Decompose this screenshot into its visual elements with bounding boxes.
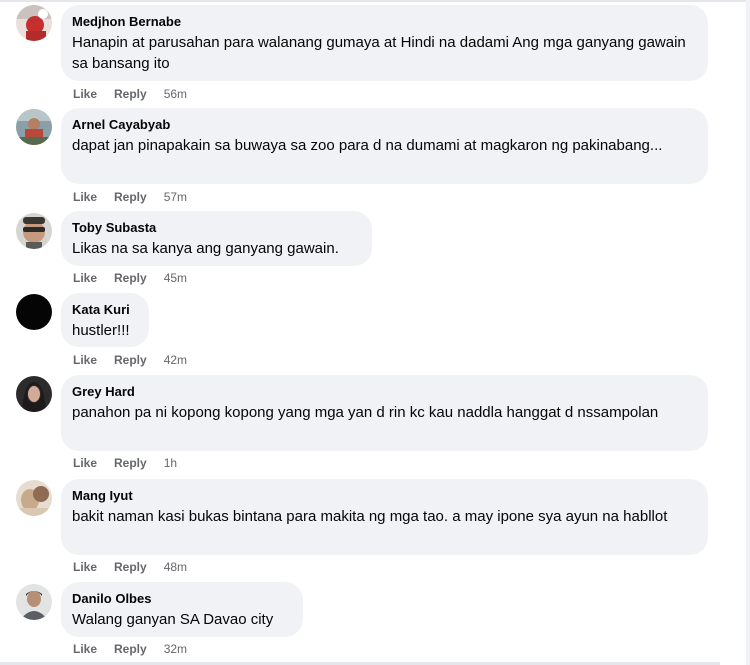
commenter-name[interactable]: Grey Hard: [72, 383, 696, 400]
comment-actions: Like Reply 1h: [73, 455, 177, 471]
like-button[interactable]: Like: [73, 190, 97, 204]
comment-bubble: Mang Iyut bakit naman kasi bukas bintana…: [61, 479, 708, 555]
commenter-name[interactable]: Kata Kuri: [72, 301, 137, 318]
like-button[interactable]: Like: [73, 271, 97, 285]
comment-timestamp[interactable]: 1h: [164, 456, 177, 470]
reply-button[interactable]: Reply: [114, 642, 147, 656]
commenter-name[interactable]: Medjhon Bernabe: [72, 13, 696, 30]
like-button[interactable]: Like: [73, 560, 97, 574]
comment-text: Walang ganyan SA Davao city: [72, 611, 274, 628]
top-divider: [0, 0, 750, 2]
reply-button[interactable]: Reply: [114, 271, 147, 285]
avatar[interactable]: [16, 584, 52, 620]
comment-timestamp[interactable]: 42m: [164, 353, 187, 367]
like-button[interactable]: Like: [73, 353, 97, 367]
avatar[interactable]: [16, 376, 52, 412]
reply-button[interactable]: Reply: [114, 456, 147, 470]
comment-actions: Like Reply 57m: [73, 189, 187, 205]
commenter-name[interactable]: Mang Iyut: [72, 487, 696, 504]
commenter-name[interactable]: Arnel Cayabyab: [72, 116, 696, 133]
comment-bubble: Arnel Cayabyab dapat jan pinapakain sa b…: [61, 108, 708, 184]
avatar[interactable]: [16, 5, 52, 41]
avatar[interactable]: [16, 480, 52, 516]
comment-timestamp[interactable]: 56m: [164, 87, 187, 101]
comment-text: Hanapin at parusahan para walanang gumay…: [72, 34, 686, 72]
comment-actions: Like Reply 48m: [73, 559, 187, 575]
reply-button[interactable]: Reply: [114, 560, 147, 574]
comment-timestamp[interactable]: 32m: [164, 642, 187, 656]
like-button[interactable]: Like: [73, 456, 97, 470]
comment-timestamp[interactable]: 45m: [164, 271, 187, 285]
comment-bubble: Toby Subasta Likas na sa kanya ang ganya…: [61, 211, 372, 266]
comment-text: hustler!!!: [72, 322, 130, 339]
comment-bubble: Danilo Olbes Walang ganyan SA Davao city: [61, 582, 303, 637]
commenter-name[interactable]: Toby Subasta: [72, 219, 360, 236]
reply-button[interactable]: Reply: [114, 353, 147, 367]
avatar[interactable]: [16, 294, 52, 330]
comment-actions: Like Reply 32m: [73, 641, 187, 657]
like-button[interactable]: Like: [73, 642, 97, 656]
comment-text: dapat jan pinapakain sa buwaya sa zoo pa…: [72, 137, 663, 154]
comment-actions: Like Reply 45m: [73, 270, 187, 286]
comment-text: panahon pa ni kopong kopong yang mga yan…: [72, 404, 659, 421]
comment-bubble: Grey Hard panahon pa ni kopong kopong ya…: [61, 375, 708, 451]
comment-timestamp[interactable]: 57m: [164, 190, 187, 204]
comment-text: bakit naman kasi bukas bintana para maki…: [72, 508, 668, 525]
avatar[interactable]: [16, 109, 52, 145]
comment-text: Likas na sa kanya ang ganyang gawain.: [72, 240, 339, 257]
scrollbar-track[interactable]: [746, 0, 750, 665]
comment-bubble: Kata Kuri hustler!!!: [61, 293, 149, 347]
comment-actions: Like Reply 42m: [73, 352, 187, 368]
commenter-name[interactable]: Danilo Olbes: [72, 590, 291, 607]
reply-button[interactable]: Reply: [114, 190, 147, 204]
like-button[interactable]: Like: [73, 87, 97, 101]
reply-button[interactable]: Reply: [114, 87, 147, 101]
comment-bubble: Medjhon Bernabe Hanapin at parusahan par…: [61, 5, 708, 81]
comment-timestamp[interactable]: 48m: [164, 560, 187, 574]
avatar[interactable]: [16, 213, 52, 249]
comment-actions: Like Reply 56m: [73, 86, 187, 102]
